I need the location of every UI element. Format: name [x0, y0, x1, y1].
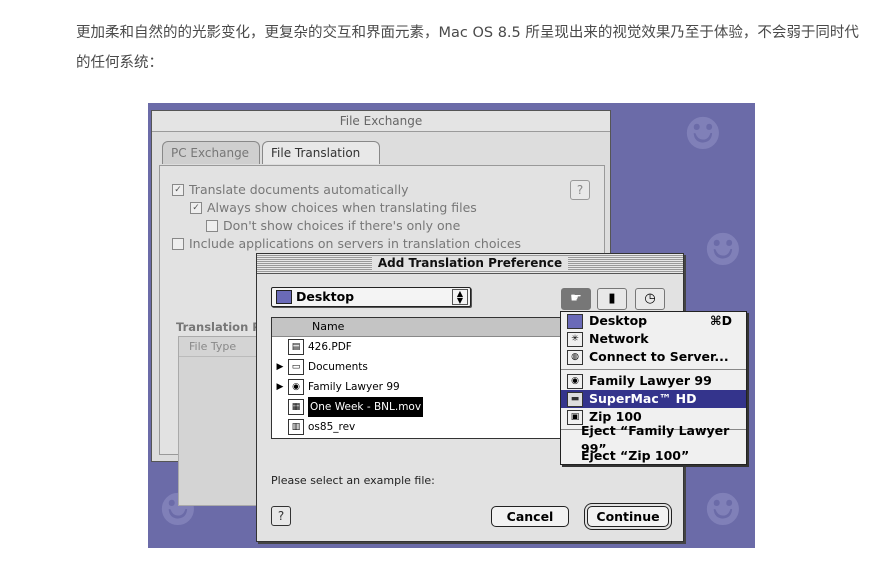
cd-icon: ◉ — [288, 379, 304, 395]
name-column-header[interactable]: Name — [272, 318, 572, 337]
menu-item-desktop[interactable]: Desktop ⌘D — [561, 312, 746, 330]
menu-item-supermac-hd[interactable]: ▬ SuperMac™ HD — [561, 390, 746, 408]
disclosure-triangle-icon[interactable]: ▶ — [272, 377, 288, 397]
folder-icon: ▭ — [288, 359, 304, 375]
hard-drive-icon: ▬ — [567, 391, 583, 407]
translate-automatically-checkbox[interactable]: ✓ Translate documents automatically — [172, 182, 409, 197]
globe-icon: ◍ — [567, 349, 583, 365]
menu-item-family-lawyer[interactable]: ◉ Family Lawyer 99 — [561, 372, 746, 390]
checkmark-icon: ✓ — [190, 201, 202, 214]
help-button[interactable]: ? — [570, 180, 590, 200]
menu-item-eject-zip[interactable]: Eject “Zip 100” — [561, 447, 746, 465]
dont-show-choices-checkbox[interactable]: Don't show choices if there's only one — [206, 218, 460, 233]
mac-logo-watermark: ☻ — [703, 225, 743, 276]
cd-icon: ◉ — [567, 373, 583, 389]
location-popup[interactable]: Desktop ▲ ▼ — [271, 287, 471, 307]
continue-button[interactable]: Continue — [587, 506, 669, 527]
cancel-button[interactable]: Cancel — [491, 506, 569, 527]
document-icon: ▥ — [288, 419, 304, 435]
mac-os-screenshot: ☻ ☻ ☻ ☻ ☻ File Exchange PC Exchange File… — [148, 103, 755, 548]
include-applications-checkbox[interactable]: Include applications on servers in trans… — [172, 236, 521, 251]
prompt-text: Please select an example file: — [271, 474, 435, 487]
movie-icon: ▦ — [288, 399, 304, 415]
shortcuts-menu: Desktop ⌘D ✳ Network ◍ Connect to Server… — [560, 311, 747, 465]
translation-preferences-heading: Translation Pr — [176, 320, 267, 334]
pdf-icon: ▤ — [288, 339, 304, 355]
chevron-up-down-icon: ▲ ▼ — [452, 289, 468, 305]
books-icon: ▮ — [608, 291, 616, 306]
pointing-hand-icon: ☛ — [570, 291, 582, 306]
tab-file-translation[interactable]: File Translation — [262, 141, 380, 164]
checkmark-icon: ✓ — [172, 183, 184, 196]
intro-paragraph: 更加柔和自然的的光影变化，更复杂的交互和界面元素，Mac OS 8.5 所呈现出… — [76, 25, 859, 71]
list-item[interactable]: ▦ One Week - BNL.mov — [272, 397, 572, 417]
dialog-title: Add Translation Preference — [257, 254, 683, 274]
tab-pc-exchange[interactable]: PC Exchange — [162, 141, 260, 164]
network-icon: ✳ — [567, 331, 583, 347]
shortcut-label: ⌘D — [710, 313, 732, 328]
shortcuts-button[interactable]: ☛ — [561, 288, 591, 310]
disclosure-triangle-icon[interactable]: ▶ — [272, 357, 288, 377]
file-list: Name ▤ 426.PDF ▶ ▭ Documents ▶ ◉ Family Lawye… — [271, 317, 573, 439]
desktop-icon — [276, 290, 292, 304]
favorites-button[interactable]: ▮ — [597, 288, 627, 310]
menu-item-network[interactable]: ✳ Network — [561, 330, 746, 348]
help-button[interactable]: ? — [271, 506, 291, 526]
menu-separator — [561, 369, 746, 370]
location-label: Desktop — [296, 289, 355, 304]
mac-logo-watermark: ☻ — [683, 109, 723, 160]
desktop-icon — [567, 313, 583, 329]
mac-logo-watermark: ☻ — [703, 485, 743, 536]
window-title: File Exchange — [152, 111, 610, 132]
clock-icon: ◷ — [644, 291, 656, 306]
list-item[interactable]: ▶ ▭ Documents — [272, 357, 572, 377]
always-show-choices-checkbox[interactable]: ✓ Always show choices when translating fi… — [190, 200, 477, 215]
menu-item-connect-to-server[interactable]: ◍ Connect to Server... — [561, 348, 746, 366]
recent-button[interactable]: ◷ — [635, 288, 665, 310]
list-item[interactable]: ▥ os85_rev — [272, 417, 572, 437]
list-item[interactable]: ▶ ◉ Family Lawyer 99 — [272, 377, 572, 397]
list-item[interactable]: ▤ 426.PDF — [272, 337, 572, 357]
